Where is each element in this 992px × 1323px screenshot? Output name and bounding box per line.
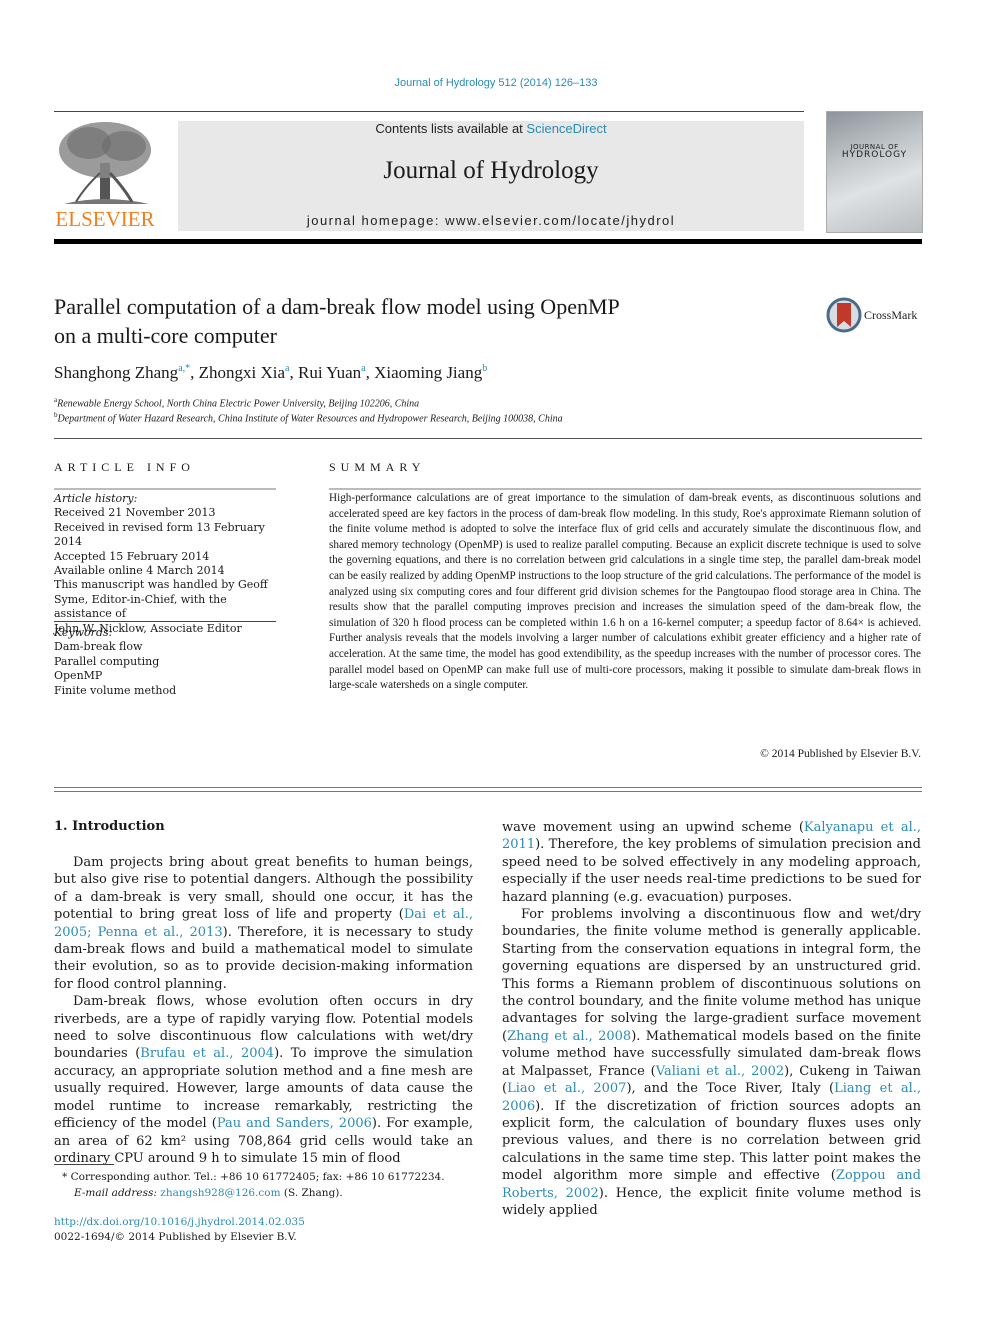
email-link[interactable]: zhangsh928@126.com	[160, 1187, 280, 1199]
paragraph: wave movement using an upwind scheme (Ka…	[502, 819, 921, 906]
header-top-rule	[54, 111, 804, 112]
article-history-label: Article history:	[54, 492, 138, 505]
author-affiliation-marker[interactable]: a,*	[178, 363, 190, 374]
section-divider	[54, 438, 922, 439]
article-title: Parallel computation of a dam-break flow…	[54, 292, 774, 350]
contents-prefix: Contents lists available at	[375, 121, 527, 136]
affiliation-a: aRenewable Energy School, North China El…	[54, 396, 419, 409]
article-title-line2: on a multi-core computer	[54, 323, 277, 348]
crossmark-button[interactable]: CrossMark	[826, 297, 926, 333]
elsevier-wordmark: ELSEVIER	[55, 207, 155, 231]
paragraph: Dam-break flows, whose evolution often o…	[54, 993, 473, 1167]
crossmark-label: CrossMark	[864, 308, 918, 322]
issn-copyright: 0022-1694/© 2014 Published by Elsevier B…	[54, 1231, 297, 1243]
journal-masthead: Contents lists available at ScienceDirec…	[178, 121, 804, 231]
history-item: Received in revised form 13 February 201…	[54, 520, 265, 549]
summary-text: High-performance calculations are of gre…	[329, 492, 921, 692]
author-list: Shanghong Zhanga,*, Zhongxi Xiaa, Rui Yu…	[54, 363, 488, 382]
history-item: Accepted 15 February 2014	[54, 549, 210, 563]
elsevier-logo: ELSEVIER	[54, 118, 156, 232]
citation-link[interactable]: Pau and Sanders, 2006	[217, 1116, 372, 1131]
affiliation-text: Department of Water Hazard Research, Chi…	[57, 413, 563, 425]
email-suffix: (S. Zhang).	[280, 1187, 343, 1199]
header-thick-rule	[54, 239, 922, 244]
keyword: Finite volume method	[54, 683, 177, 697]
journal-reference[interactable]: Journal of Hydrology 512 (2014) 126–133	[0, 77, 992, 89]
summary-rule	[329, 488, 921, 490]
cover-title: JOURNAL OF HYDROLOGY	[827, 144, 922, 160]
sciencedirect-link[interactable]: ScienceDirect	[526, 121, 606, 136]
author-name[interactable]: Shanghong Zhang	[54, 363, 178, 382]
contents-line: Contents lists available at ScienceDirec…	[178, 121, 804, 136]
keyword: OpenMP	[54, 669, 103, 683]
footnote-rule	[54, 1164, 114, 1165]
author-affiliation-marker[interactable]: a	[361, 363, 365, 374]
crossmark-icon	[826, 297, 862, 333]
author-name[interactable]: Zhongxi Xia	[199, 363, 285, 382]
journal-title: Journal of Hydrology	[383, 157, 599, 184]
summary-copyright: © 2014 Published by Elsevier B.V.	[760, 748, 921, 760]
elsevier-tree-icon	[59, 122, 151, 204]
citation-link[interactable]: Brufau et al., 2004	[140, 1046, 274, 1061]
citation-link[interactable]: Valiani et al., 2002	[656, 1064, 784, 1079]
article-title-line1: Parallel computation of a dam-break flow…	[54, 294, 620, 319]
doi-link[interactable]: http://dx.doi.org/10.1016/j.jhydrol.2014…	[54, 1216, 305, 1228]
body-column-right: wave movement using an upwind scheme (Ka…	[502, 819, 921, 1219]
affiliation-text: Renewable Energy School, North China Ele…	[57, 398, 420, 410]
paragraph-text: ), and the Toce River, Italy (	[626, 1081, 835, 1097]
author-affiliation-marker[interactable]: a	[285, 363, 289, 374]
body-column-left: Dam projects bring about great benefits …	[54, 854, 473, 1167]
citation-link[interactable]: Liao et al., 2007	[507, 1081, 626, 1096]
journal-homepage[interactable]: journal homepage: www.elsevier.com/locat…	[178, 213, 804, 228]
history-item: Available online 4 March 2014	[54, 564, 225, 578]
paragraph-text: For problems involving a discontinuous f…	[502, 907, 921, 1044]
paragraph-text: wave movement using an upwind scheme (	[502, 820, 804, 835]
section-heading-introduction: 1. Introduction	[54, 819, 165, 834]
keyword: Parallel computing	[54, 654, 160, 668]
history-item: Syme, Editor-in-Chief, with the assistan…	[54, 592, 227, 621]
corresponding-author-note: * Corresponding author. Tel.: +86 10 617…	[62, 1171, 445, 1183]
paragraph: For problems involving a discontinuous f…	[502, 906, 921, 1219]
summary-heading: SUMMARY	[329, 460, 426, 474]
history-item: This manuscript was handled by Geoff	[54, 578, 268, 592]
author-name[interactable]: Xiaoming Jiang	[374, 363, 482, 382]
article-info-heading: ARTICLE INFO	[54, 460, 195, 474]
cover-title-line2: HYDROLOGY	[841, 150, 908, 160]
author-affiliation-marker[interactable]: b	[482, 363, 487, 374]
author-name[interactable]: Rui Yuan	[298, 363, 361, 382]
keywords-rule	[54, 621, 276, 622]
paragraph: Dam projects bring about great benefits …	[54, 854, 473, 993]
keywords: Keywords: Dam-break flow Parallel comput…	[54, 626, 276, 698]
paragraph-text: ). Therefore, the key problems of simula…	[502, 837, 921, 905]
summary-bottom-rule	[54, 787, 922, 792]
citation-link[interactable]: Zhang et al., 2008	[507, 1029, 631, 1044]
article-info-rule	[54, 488, 276, 490]
keywords-label: Keywords:	[54, 626, 113, 639]
keyword: Dam-break flow	[54, 640, 143, 654]
email-label: E-mail address:	[74, 1187, 161, 1199]
journal-cover-image: JOURNAL OF HYDROLOGY	[826, 111, 923, 233]
email-note: E-mail address: zhangsh928@126.com (S. Z…	[74, 1187, 343, 1199]
history-item: Received 21 November 2013	[54, 506, 216, 520]
article-history: Article history: Received 21 November 20…	[54, 492, 276, 636]
affiliation-b: bDepartment of Water Hazard Research, Ch…	[54, 411, 563, 424]
